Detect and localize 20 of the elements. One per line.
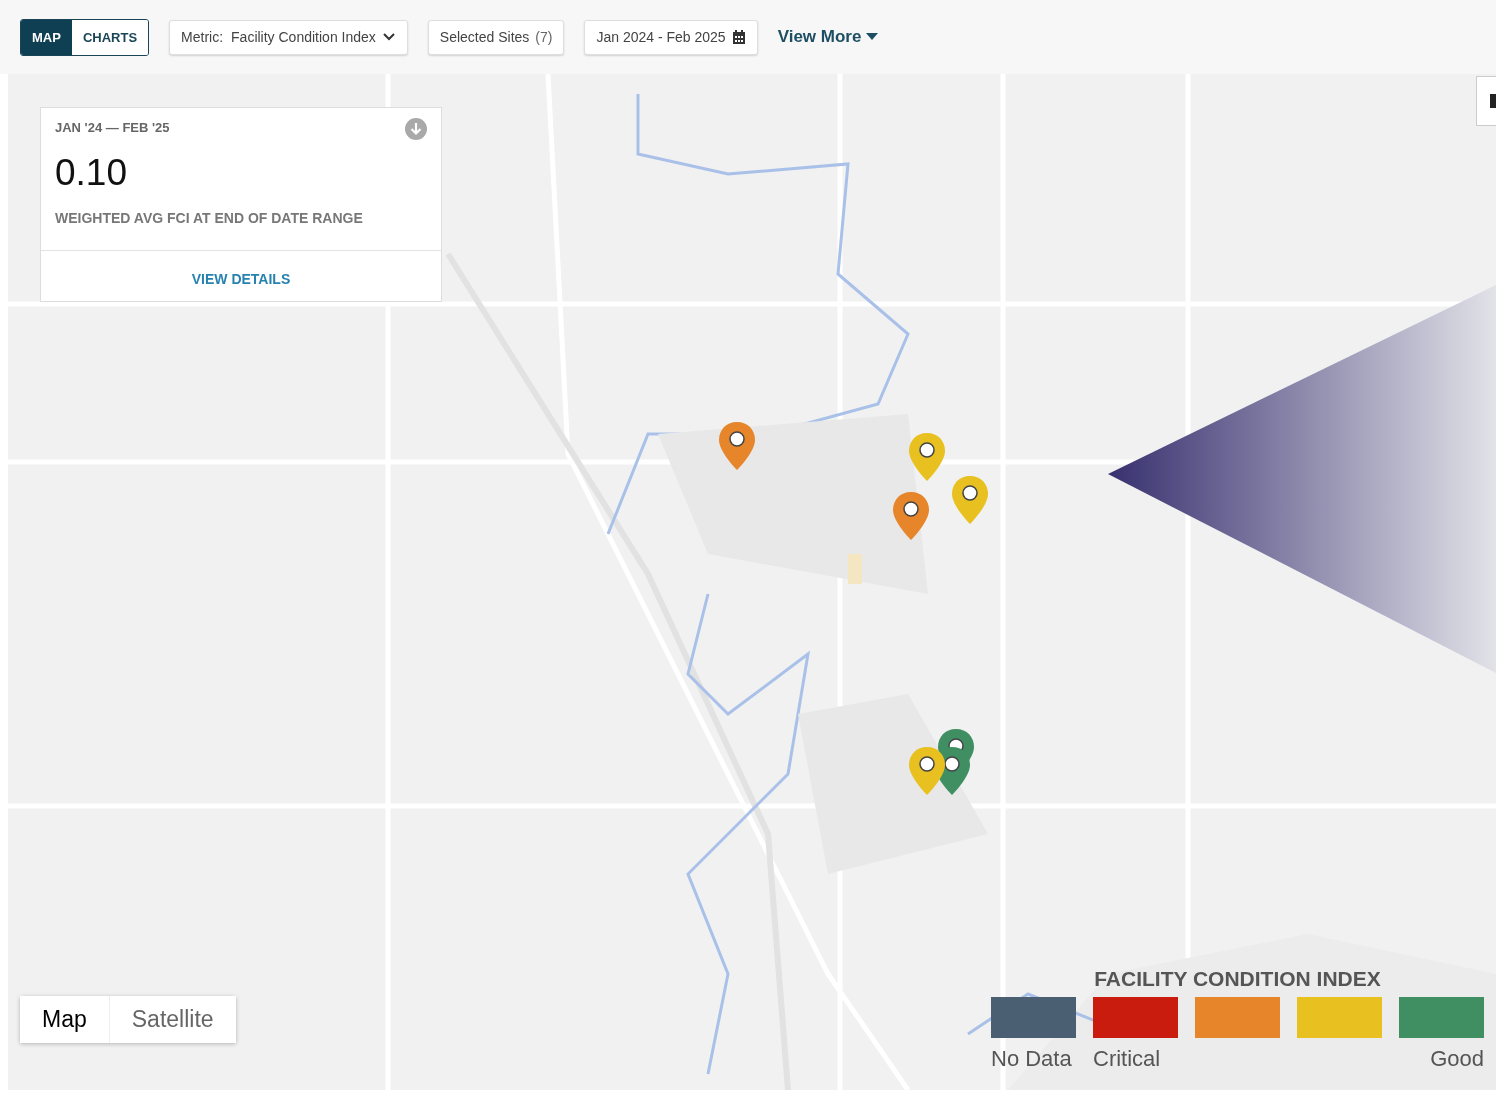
calendar-icon: [731, 29, 746, 45]
legend-label: Critical: [1093, 1046, 1161, 1072]
selected-sites-button[interactable]: Selected Sites (7): [427, 19, 565, 55]
legend-title: FACILITY CONDITION INDEX: [1094, 967, 1381, 991]
map-type-button[interactable]: Map: [20, 996, 110, 1043]
view-tab[interactable]: MAP: [21, 19, 72, 55]
view-tab[interactable]: CHARTS: [71, 19, 149, 55]
view-more-link[interactable]: View More: [777, 27, 879, 47]
metric-dropdown[interactable]: Metric: Facility Condition Index: [169, 19, 408, 55]
caret-icon: [866, 33, 879, 41]
date-range-button[interactable]: Jan 2024 - Feb 2025: [584, 19, 758, 55]
map-type-button[interactable]: Satellite: [109, 996, 236, 1043]
chevron-down-icon: [381, 32, 396, 42]
legend-label: Good: [1430, 1046, 1484, 1072]
fci-value: 0.10: [55, 152, 128, 194]
fci-caption: WEIGHTED AVG FCI AT END OF DATE RANGE: [55, 210, 364, 226]
download-icon: [405, 118, 427, 140]
view-details-link[interactable]: VIEW DETAILS: [191, 271, 291, 287]
date-range-label: JAN '24 — FEB '25: [55, 120, 170, 135]
legend-label: No Data: [991, 1046, 1072, 1072]
